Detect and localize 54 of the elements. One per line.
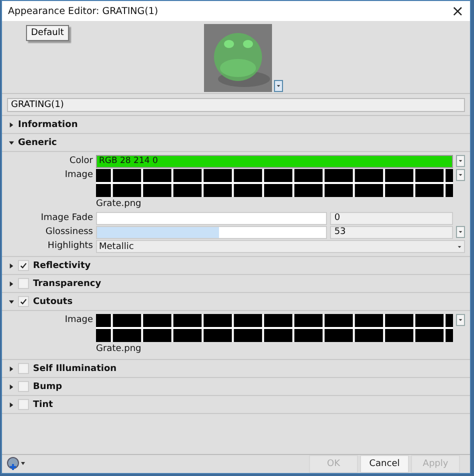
globe-menu-button[interactable] [7, 455, 27, 473]
field-label: Glossiness [44, 226, 93, 239]
dropdown-button[interactable] [456, 314, 465, 326]
checkbox[interactable] [18, 260, 29, 271]
expand-arrow-icon[interactable] [9, 122, 14, 128]
dialog-button[interactable]: Cancel [360, 455, 409, 473]
expand-arrow-icon[interactable] [9, 366, 14, 372]
checkbox[interactable] [18, 399, 29, 410]
dropdown-button[interactable] [456, 226, 465, 238]
field-label: Image Fade [40, 212, 93, 225]
section-title: Tint [33, 400, 53, 410]
dropdown-button[interactable] [456, 169, 465, 181]
caret-icon [457, 244, 462, 248]
file-name: Grate.png [96, 343, 142, 356]
section-title: Reflectivity [33, 260, 91, 270]
checkbox[interactable] [18, 278, 29, 289]
preset-button[interactable]: Default [26, 25, 69, 41]
field-label: Image [64, 314, 93, 327]
checkbox[interactable] [18, 296, 29, 307]
expand-arrow-icon[interactable] [9, 280, 14, 286]
section-title: Self Illumination [33, 364, 117, 374]
field-label: Highlights [46, 240, 93, 253]
value-field[interactable]: 53 [330, 226, 453, 239]
expand-arrow-icon[interactable] [9, 402, 14, 408]
color-field[interactable]: RGB 28 214 0 [96, 155, 453, 168]
window-title: Appearance Editor: GRATING(1) [8, 6, 158, 16]
globe-add-icon [7, 457, 27, 471]
section-title: Transparency [33, 278, 102, 288]
close-button[interactable]: × [451, 4, 464, 18]
field-label: Image [64, 169, 93, 182]
section-title: Cutouts [33, 296, 73, 306]
name-field[interactable]: GRATING(1) [7, 98, 465, 112]
collapse-arrow-icon[interactable] [9, 298, 14, 304]
checkbox[interactable] [18, 381, 29, 392]
collapse-arrow-icon[interactable] [9, 140, 14, 146]
caret-icon [276, 84, 281, 88]
caret-icon [458, 230, 463, 234]
section-title: Information [18, 120, 78, 130]
dropdown-button[interactable] [456, 155, 465, 167]
section-title: Bump [33, 382, 62, 392]
slider[interactable] [96, 226, 328, 239]
file-name: Grate.png [96, 198, 142, 211]
slider[interactable] [96, 212, 328, 225]
caret-icon [458, 173, 463, 177]
value-field[interactable]: 0 [330, 212, 453, 225]
field-label: Color [68, 155, 93, 168]
dropdown-button[interactable] [274, 80, 283, 92]
caret-icon [458, 159, 463, 163]
expand-arrow-icon[interactable] [9, 262, 14, 268]
caret-icon [458, 318, 463, 322]
expand-arrow-icon[interactable] [9, 384, 14, 390]
dropdown[interactable]: Metallic [96, 240, 465, 253]
section-title: Generic [18, 138, 57, 148]
checkbox[interactable] [18, 363, 29, 374]
